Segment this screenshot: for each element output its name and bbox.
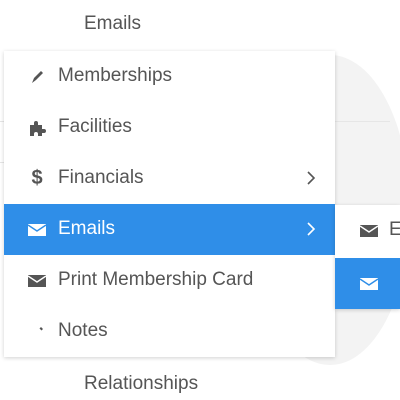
chevron-right-icon	[304, 219, 318, 239]
submenu-item-active[interactable]	[335, 258, 400, 309]
background-menu-item-relationships: Relationships	[84, 373, 199, 394]
menu-item-label: Facilities	[58, 116, 132, 137]
menu-item-emails[interactable]: Emails	[4, 204, 335, 255]
submenu-item-e[interactable]: E	[335, 205, 400, 256]
menu-item-label: Memberships	[58, 65, 173, 86]
menu-item-memberships[interactable]: Memberships	[4, 51, 335, 102]
pencil-icon	[26, 306, 48, 357]
menu-item-label: Notes	[58, 320, 108, 341]
submenu-item-label: E	[389, 219, 400, 240]
menu-item-notes[interactable]: Notes	[4, 306, 335, 357]
background-menu-item-emails: Emails	[84, 13, 142, 34]
envelope-icon	[26, 204, 48, 255]
dollar-icon: $	[31, 167, 43, 189]
emails-submenu: E	[335, 205, 400, 309]
menu-item-print-membership-card[interactable]: Print Membership Card	[4, 255, 335, 306]
menu-item-label: Print Membership Card	[58, 269, 254, 290]
menu-item-financials[interactable]: $ Financials	[4, 153, 335, 204]
dropdown-menu: Memberships Facilities $ Financials Emai…	[4, 51, 335, 357]
puzzle-icon	[26, 102, 48, 153]
envelope-icon	[358, 205, 380, 256]
chevron-right-icon	[304, 168, 318, 188]
menu-item-facilities[interactable]: Facilities	[4, 102, 335, 153]
pencil-icon	[26, 51, 48, 102]
envelope-icon	[26, 255, 48, 306]
menu-item-label: Emails	[58, 218, 116, 239]
envelope-icon	[358, 258, 380, 309]
menu-item-label: Financials	[58, 167, 144, 188]
